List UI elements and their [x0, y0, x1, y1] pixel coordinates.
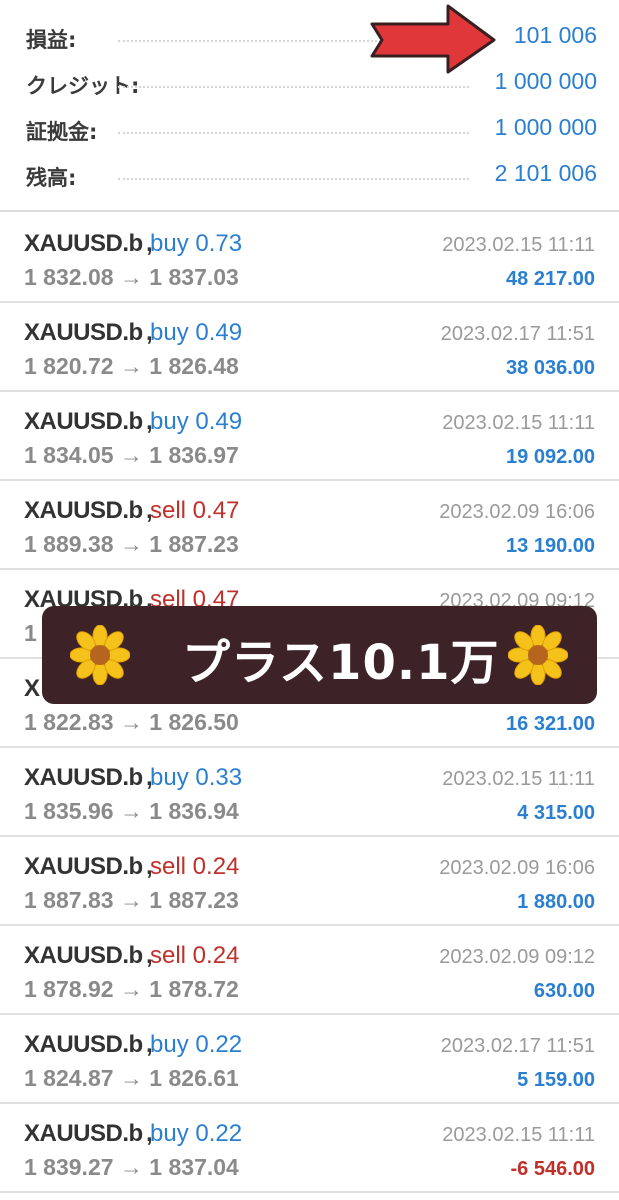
- trade-profit: 1 880.00: [517, 891, 595, 913]
- trade-symbol: XAUUSD.b: [24, 942, 143, 969]
- trade-row[interactable]: XAUUSD.b, buy 0.22 1 824.87 → 1 826.61 2023…: [0, 1015, 619, 1104]
- trade-direction: sell 0.24: [150, 853, 240, 880]
- trade-prices: 1: [24, 620, 37, 646]
- trade-time: 2023.02.15 11:11: [442, 768, 595, 790]
- trade-symbol: XAUUSD.b: [24, 1120, 143, 1147]
- trade-prices: 1 835.96 → 1 836.94: [24, 798, 239, 824]
- dotted-leader: [118, 178, 469, 180]
- trade-time: 2023.02.09 16:06: [439, 857, 595, 879]
- summary-row-balance: 残高: 2 101 006: [0, 156, 619, 196]
- trade-profit: 19 092.00: [506, 446, 595, 468]
- trade-symbol: XAUUSD.b: [24, 853, 143, 880]
- profit-banner: プラス10.1万: [42, 606, 597, 704]
- trade-direction: buy 0.49: [150, 319, 243, 346]
- trade-profit: 4 315.00: [517, 802, 595, 824]
- summary-value: 101 006: [513, 22, 597, 48]
- trade-prices: 1 878.92 → 1 878.72: [24, 976, 239, 1002]
- trade-prices: 1 834.05 → 1 836.97: [24, 442, 239, 468]
- trade-profit: 48 217.00: [506, 268, 595, 290]
- trade-profit: 16 321.00: [506, 713, 595, 735]
- trade-time: 2023.02.09 16:06: [439, 501, 595, 523]
- dotted-leader: [118, 132, 469, 134]
- trade-direction: sell 0.47: [150, 497, 240, 524]
- trade-profit: -6 546.00: [510, 1158, 595, 1180]
- summary-label: 証拠金:: [26, 120, 98, 144]
- trade-symbol: XAUUSD.b: [24, 764, 143, 791]
- trade-symbol: XAUUSD.b: [24, 230, 143, 257]
- trade-profit: 38 036.00: [506, 357, 595, 379]
- trade-profit: 630.00: [533, 980, 595, 1002]
- trade-time: 2023.02.15 11:11: [442, 234, 595, 256]
- trade-symbol: XAUUSD.b: [24, 319, 143, 346]
- trade-profit: 5 159.00: [517, 1069, 595, 1091]
- trade-prices: 1 820.72 → 1 826.48: [24, 353, 239, 379]
- trade-symbol: XAUUSD.b: [24, 497, 143, 524]
- trade-time: 2023.02.17 11:51: [440, 323, 595, 345]
- trade-direction: buy 0.22: [150, 1031, 243, 1058]
- summary-row-margin: 証拠金: 1 000 000: [0, 110, 619, 150]
- trade-time: 2023.02.17 11:51: [440, 1035, 595, 1057]
- trade-prices: 1 839.27 → 1 837.04: [24, 1154, 239, 1180]
- trade-profit: 13 190.00: [506, 535, 595, 557]
- trade-direction: buy 0.49: [150, 408, 243, 435]
- trade-prices: 1 889.38 → 1 887.23: [24, 531, 239, 557]
- trade-direction: buy 0.73: [150, 230, 243, 257]
- trade-symbol: X: [24, 675, 40, 702]
- trade-prices: 1 822.83 → 1 826.50: [24, 709, 239, 735]
- trade-row[interactable]: XAUUSD.b, buy 0.22 1 839.27 → 1 837.04 2023…: [0, 1104, 619, 1193]
- summary-label: クレジット:: [26, 74, 140, 98]
- trade-direction: buy 0.22: [150, 1120, 243, 1147]
- trade-symbol: XAUUSD.b: [24, 1031, 143, 1058]
- sunflower-icon: [70, 625, 130, 685]
- trade-time: 2023.02.15 11:11: [442, 1124, 595, 1146]
- summary-value: 1 000 000: [494, 68, 597, 94]
- dotted-leader: [118, 86, 469, 88]
- trade-time: 2023.02.15 11:11: [442, 412, 595, 434]
- account-summary: 損益: 101 006 クレジット: 1 000 000 証拠金: 1 000 …: [0, 0, 619, 212]
- trade-row[interactable]: XAUUSD.b, buy 0.49 1 834.05 → 1 836.97 2023…: [0, 392, 619, 481]
- sunflower-icon: [508, 625, 568, 685]
- trade-prices: 1 832.08 → 1 837.03: [24, 264, 239, 290]
- summary-label: 残高:: [26, 166, 77, 190]
- trade-symbol: XAUUSD.b: [24, 408, 143, 435]
- summary-row-profit: 損益: 101 006: [0, 18, 619, 58]
- banner-text: プラス10.1万: [182, 635, 500, 691]
- trade-direction: sell 0.24: [150, 942, 240, 969]
- red-arrow-icon: [370, 4, 496, 74]
- trade-prices: 1 824.87 → 1 826.61: [24, 1065, 239, 1091]
- trade-row[interactable]: XAUUSD.b, sell 0.24 1 878.92 → 1 878.72 202…: [0, 926, 619, 1015]
- trade-row[interactable]: XAUUSD.b, buy 0.49 1 820.72 → 1 826.48 2023…: [0, 303, 619, 392]
- summary-value: 2 101 006: [494, 160, 597, 186]
- trade-row[interactable]: XAUUSD.b, sell 0.47 1 889.38 → 1 887.23 202…: [0, 481, 619, 570]
- trade-prices: 1 887.83 → 1 887.23: [24, 887, 239, 913]
- summary-value: 1 000 000: [494, 114, 597, 140]
- trade-row[interactable]: XAUUSD.b, sell 0.24 1 887.83 → 1 887.23 202…: [0, 837, 619, 926]
- trade-row[interactable]: XAUUSD.b, buy 0.33 1 835.96 → 1 836.94 2023…: [0, 748, 619, 837]
- trade-direction: buy 0.33: [150, 764, 243, 791]
- summary-label: 損益:: [26, 28, 77, 52]
- trade-time: 2023.02.09 09:12: [439, 946, 595, 968]
- summary-row-credit: クレジット: 1 000 000: [0, 64, 619, 104]
- trade-row[interactable]: XAUUSD.b, buy 0.73 1 832.08 → 1 837.03 2023…: [0, 214, 619, 303]
